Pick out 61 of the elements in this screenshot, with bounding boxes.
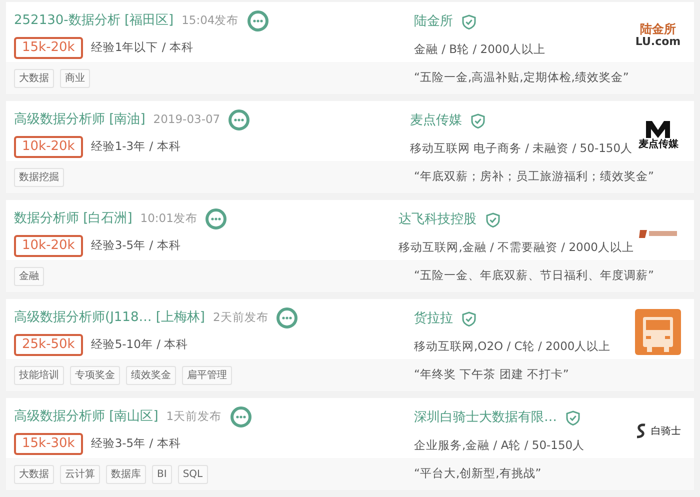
- company-name-link[interactable]: 达飞科技控股: [398, 210, 477, 230]
- skill-tag: 云计算: [60, 464, 100, 484]
- job-requirements: 经验1年以下 / 本科: [90, 39, 194, 56]
- job-requirements: 经验5-10年 / 本科: [90, 336, 188, 354]
- skill-tag: 扁平管理: [182, 366, 232, 384]
- logo-text: 麦点传媒: [638, 138, 678, 150]
- salary-range: 15k-30k: [14, 433, 83, 455]
- logo-text: 白骑士: [651, 424, 681, 438]
- truck-logo-icon: [635, 309, 681, 355]
- post-time: 2天前发布: [213, 309, 268, 326]
- job-title-link[interactable]: 数据分析师 [白石洲]: [14, 209, 132, 229]
- company-logo-icon: [638, 227, 679, 239]
- job-requirements: 经验1-3年 / 本科: [90, 138, 181, 156]
- benefits-text: “五险一金、年底双薪、节日福利、年度调薪”: [414, 267, 654, 284]
- skill-tag: 数据库: [106, 464, 146, 484]
- chat-icon[interactable]: [276, 307, 298, 329]
- chat-icon[interactable]: [205, 208, 228, 230]
- company-name-link[interactable]: 麦点传媒: [410, 111, 462, 130]
- salary-range: 10k-20k: [14, 235, 83, 257]
- job-title-link[interactable]: 高级数据分析师 [南油]: [14, 110, 146, 130]
- benefits-text: “年底双薪；房补；员工旅游福利；绩效奖金”: [414, 168, 654, 186]
- job-title-link[interactable]: 高级数据分析师 [南山区]: [14, 407, 158, 427]
- skill-tag: 专项奖金: [70, 366, 120, 384]
- post-time: 1天前发布: [166, 408, 222, 426]
- chat-icon[interactable]: [228, 109, 250, 131]
- skill-tag: 金融: [14, 266, 44, 286]
- post-time: 10:01发布: [140, 210, 198, 228]
- company-name-link[interactable]: 陆金所: [414, 12, 453, 32]
- company-info: 金融 / B轮 / 2000人以上: [414, 40, 547, 58]
- company-info: 移动互联网 电子商务 / 未融资 / 50-150人: [410, 140, 633, 156]
- salary-range: 10k-20k: [14, 136, 83, 158]
- post-time: 2019-03-07: [153, 111, 220, 128]
- benefits-text: “五险一金,高温补贴,定期体检,绩效奖金”: [414, 69, 629, 86]
- company-info: 企业服务,金融 / A轮 / 50-150人: [414, 436, 586, 454]
- benefits-text: “年终奖 下午茶 团建 不打卡”: [414, 366, 569, 384]
- skill-tag: 技能培训: [14, 366, 64, 384]
- post-time: 15:04发布: [182, 12, 239, 30]
- salary-range: 15k-20k: [14, 37, 83, 59]
- company-info: 移动互联网,金融 / 不需要融资 / 2000人以上: [398, 238, 634, 256]
- benefits-text: “平台大,创新型,有挑战”: [414, 465, 542, 482]
- company-name-link[interactable]: 货拉拉: [414, 309, 453, 328]
- skill-tag: BI: [152, 464, 172, 484]
- company-name-link[interactable]: 深圳白骑士大数据有限…: [414, 408, 557, 428]
- company-info: 移动互联网,O2O / C轮 / 2000人以上: [414, 338, 612, 354]
- skill-tag: 数据挖掘: [14, 168, 64, 186]
- job-requirements: 经验3-5年 / 本科: [90, 237, 181, 254]
- logo-mark-icon: [635, 423, 647, 439]
- chat-icon[interactable]: [246, 10, 269, 32]
- skill-tag: 大数据: [14, 68, 54, 88]
- salary-range: 25k-50k: [14, 334, 83, 356]
- skill-tag: SQL: [178, 464, 208, 484]
- skill-tag: 大数据: [14, 464, 54, 484]
- skill-tag: 绩效奖金: [126, 366, 176, 384]
- logo-text: LU.com: [635, 36, 681, 48]
- chat-icon[interactable]: [230, 406, 252, 428]
- skill-tag: 商业: [60, 68, 90, 88]
- job-requirements: 经验3-5年 / 本科: [90, 435, 181, 452]
- logo-text: 陆金所: [640, 22, 676, 36]
- job-title-link[interactable]: 高级数据分析师(J118… [上梅林]: [14, 308, 205, 328]
- logo-mark-icon: [644, 118, 672, 138]
- job-title-link[interactable]: 252130-数据分析 [福田区]: [14, 11, 174, 31]
